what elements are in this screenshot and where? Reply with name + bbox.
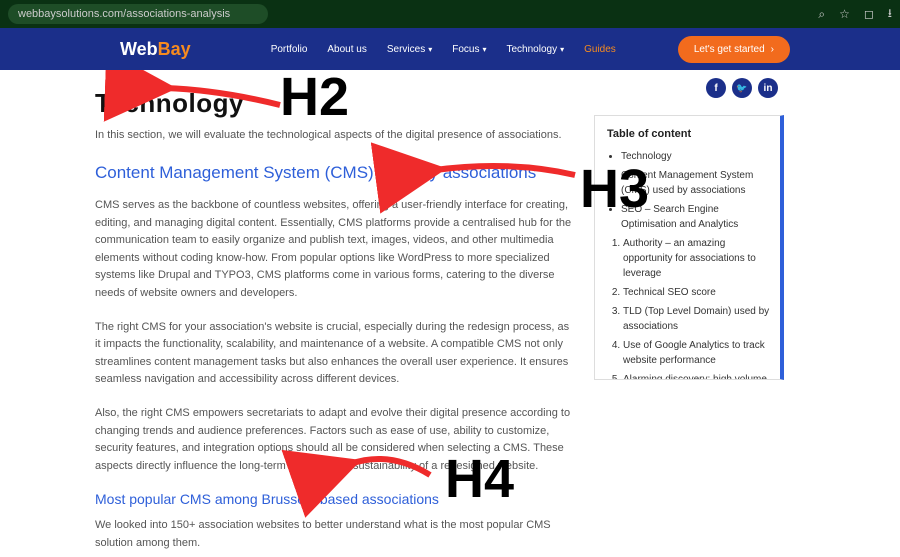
toc-subitem[interactable]: Use of Google Analytics to track website… bbox=[623, 338, 770, 368]
download-icon[interactable]: ⭳ bbox=[888, 4, 892, 25]
article: Technology In this section, we will eval… bbox=[95, 88, 575, 553]
site-header: WebBay Portfolio About us Services▾ Focu… bbox=[0, 28, 900, 70]
table-of-contents: Table of content Technology Content Mana… bbox=[594, 115, 784, 380]
cta-button[interactable]: Let's get started › bbox=[678, 36, 790, 63]
nav-technology[interactable]: Technology▾ bbox=[507, 44, 565, 55]
toc-item[interactable]: Technology bbox=[621, 149, 770, 164]
logo-text-b: Bay bbox=[158, 39, 191, 59]
arrow-right-icon: › bbox=[771, 44, 774, 55]
chevron-down-icon: ▾ bbox=[482, 45, 486, 54]
chevron-down-icon: ▾ bbox=[560, 45, 564, 54]
social-icons: f 🐦 in bbox=[706, 78, 778, 98]
page-body: f 🐦 in Technology In this section, we wi… bbox=[0, 70, 900, 553]
paragraph: CMS serves as the backbone of countless … bbox=[95, 197, 575, 303]
toc-subitem[interactable]: Authority – an amazing opportunity for a… bbox=[623, 236, 770, 281]
linkedin-icon[interactable]: in bbox=[758, 78, 778, 98]
extension-icon[interactable]: ◻ bbox=[864, 7, 874, 21]
intro-text: In this section, we will evaluate the te… bbox=[95, 129, 575, 141]
heading-h3: Content Management System (CMS) used by … bbox=[95, 163, 575, 183]
facebook-icon[interactable]: f bbox=[706, 78, 726, 98]
toc-title: Table of content bbox=[607, 126, 770, 143]
address-bar[interactable]: webbaysolutions.com/associations-analysi… bbox=[8, 4, 268, 24]
search-icon[interactable]: ⌕ bbox=[818, 7, 825, 22]
url-text: webbaysolutions.com/associations-analysi… bbox=[18, 8, 230, 20]
toc-subitem[interactable]: Technical SEO score bbox=[623, 285, 770, 300]
nav-services[interactable]: Services▾ bbox=[387, 44, 432, 55]
heading-h2: Technology bbox=[95, 88, 575, 119]
logo-text-a: Web bbox=[120, 39, 158, 59]
cta-label: Let's get started bbox=[694, 44, 765, 55]
toc-item[interactable]: SEO – Search Engine Optimisation and Ana… bbox=[621, 202, 770, 232]
star-icon[interactable]: ☆ bbox=[839, 7, 850, 21]
logo[interactable]: WebBay bbox=[120, 39, 191, 60]
nav-about[interactable]: About us bbox=[327, 44, 366, 55]
main-nav: Portfolio About us Services▾ Focus▾ Tech… bbox=[271, 44, 616, 55]
twitter-icon[interactable]: 🐦 bbox=[732, 78, 752, 98]
heading-h4: Most popular CMS among Brussels-based as… bbox=[95, 491, 575, 507]
toc-subitem[interactable]: Alarming discovery: high volume of dead … bbox=[623, 372, 770, 381]
chevron-down-icon: ▾ bbox=[428, 45, 432, 54]
nav-focus[interactable]: Focus▾ bbox=[452, 44, 486, 55]
paragraph: Also, the right CMS empowers secretariat… bbox=[95, 405, 575, 475]
toc-subitem[interactable]: TLD (Top Level Domain) used by associati… bbox=[623, 304, 770, 334]
paragraph: We looked into 150+ association websites… bbox=[95, 517, 575, 552]
browser-chrome: webbaysolutions.com/associations-analysi… bbox=[0, 0, 900, 28]
toc-item[interactable]: Content Management System (CMS) used by … bbox=[621, 168, 770, 198]
nav-guides[interactable]: Guides bbox=[584, 44, 616, 55]
paragraph: The right CMS for your association's web… bbox=[95, 319, 575, 389]
nav-portfolio[interactable]: Portfolio bbox=[271, 44, 308, 55]
